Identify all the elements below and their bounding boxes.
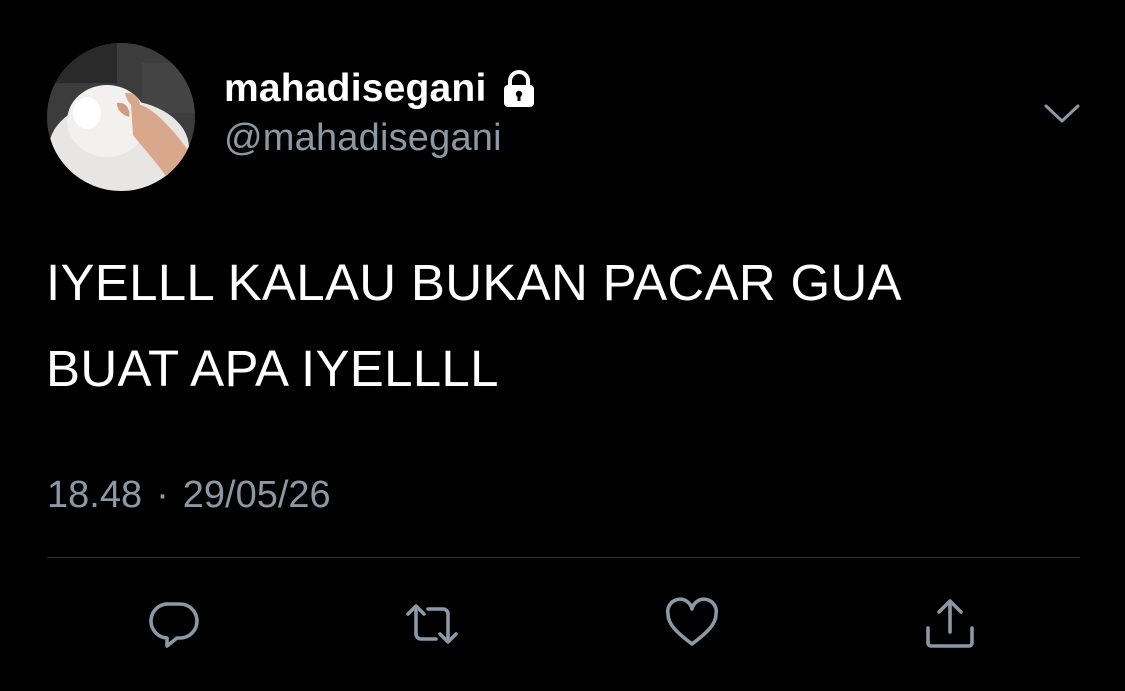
share-button[interactable] — [922, 596, 978, 652]
lock-icon — [499, 69, 539, 109]
retweet-button[interactable] — [404, 596, 460, 652]
tweet-text: IYELLL KALAU BUKAN PACAR GUA BUAT APA IY… — [46, 254, 902, 397]
reply-icon — [149, 602, 199, 648]
reply-button[interactable] — [147, 596, 203, 652]
heart-icon — [665, 597, 719, 646]
share-icon — [926, 599, 974, 648]
display-name[interactable]: mahadisegani — [224, 67, 487, 111]
avatar-image — [47, 43, 195, 191]
display-name-row: mahadisegani — [224, 64, 539, 114]
chevron-down-icon[interactable] — [1040, 96, 1084, 132]
tweet-timestamp: 18.48 · 29/05/26 — [47, 474, 331, 517]
tweet-date[interactable]: 29/05/26 — [183, 474, 331, 517]
tweet-card: mahadisegani @mahadisegani IYELLL KALAU … — [0, 0, 1125, 691]
tweet-time[interactable]: 18.48 — [47, 474, 142, 517]
user-handle[interactable]: @mahadisegani — [224, 117, 502, 160]
avatar[interactable] — [47, 43, 195, 191]
retweet-icon — [406, 604, 458, 644]
like-button[interactable] — [664, 596, 720, 652]
timestamp-separator: · — [156, 474, 169, 516]
divider — [47, 557, 1080, 558]
